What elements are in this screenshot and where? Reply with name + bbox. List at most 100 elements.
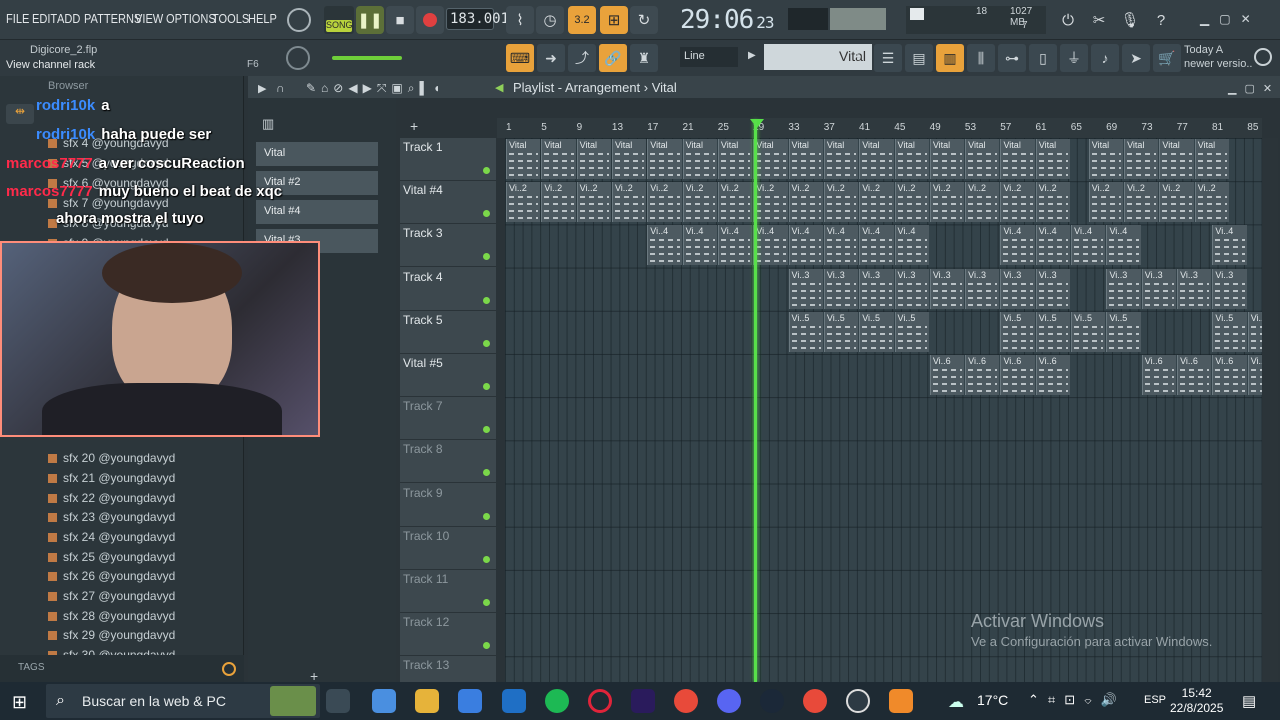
pattern-clip[interactable]: Vi..3 xyxy=(894,268,929,309)
browser-item[interactable]: sfx 25 @youngdavyd xyxy=(48,550,175,564)
file-explorer-icon[interactable] xyxy=(415,689,439,713)
menu-file[interactable]: FILE xyxy=(6,11,29,26)
pattern-clip[interactable]: Vi..3 xyxy=(1035,268,1071,309)
pattern-clip[interactable]: Vi..2 xyxy=(506,182,541,223)
fl-studio-icon[interactable] xyxy=(889,689,913,713)
browser-item[interactable]: sfx 24 @youngdavyd xyxy=(48,530,175,544)
track-mute-led-icon[interactable] xyxy=(483,642,490,650)
record-button[interactable] xyxy=(416,6,444,34)
pattern-clip[interactable]: Vital xyxy=(965,139,1000,179)
pattern-clip[interactable]: Vi..2 xyxy=(576,182,611,223)
pattern-clip[interactable]: Vi..3 xyxy=(1000,268,1035,309)
pattern-clip[interactable]: Vital xyxy=(1000,139,1035,179)
pattern-clip[interactable]: Vi..4 xyxy=(647,225,682,266)
pattern-clip[interactable]: Vital xyxy=(859,139,894,179)
pattern-clip[interactable]: Vital xyxy=(682,139,717,179)
task-view-icon[interactable] xyxy=(326,689,350,713)
master-pitch-knob[interactable] xyxy=(286,46,310,70)
pattern-clip[interactable]: Vi..2 xyxy=(1035,182,1071,223)
pattern-clip[interactable]: Vi..4 xyxy=(1000,225,1035,266)
pattern-clip[interactable]: Vi..5 xyxy=(1106,311,1141,352)
track-mute-led-icon[interactable] xyxy=(483,555,490,563)
browser-item[interactable]: sfx 21 @youngdavyd xyxy=(48,471,175,485)
plugin-button[interactable]: ⏚ xyxy=(1060,44,1088,72)
tags-bar[interactable]: TAGS xyxy=(0,655,244,682)
pattern-clip[interactable]: Vi..4 xyxy=(823,225,859,266)
pat-song-toggle[interactable]: SONG xyxy=(324,6,354,34)
track-mute-led-icon[interactable] xyxy=(483,296,490,304)
track-header[interactable]: Track 3 xyxy=(400,224,496,268)
pattern-clip[interactable]: Vi..4 xyxy=(894,225,929,266)
menu-options[interactable]: OPTIONS xyxy=(166,11,216,26)
browser-item[interactable]: sfx 20 @youngdavyd xyxy=(48,451,175,465)
channel-vital[interactable]: Vital xyxy=(256,142,378,166)
track-mute-led-icon[interactable] xyxy=(483,512,490,520)
menu-edit[interactable]: EDIT xyxy=(32,11,57,26)
master-volume-knob[interactable] xyxy=(287,8,311,32)
store-button[interactable]: 🛒 xyxy=(1153,44,1181,72)
obs-icon[interactable] xyxy=(846,689,870,713)
add-track-icon[interactable]: + xyxy=(410,118,418,134)
minimize-icon[interactable]: ▁ xyxy=(1200,12,1209,26)
pattern-clip[interactable]: Vi..6 xyxy=(1141,355,1177,395)
pattern-clip[interactable]: Vi..6 xyxy=(1177,355,1212,395)
pattern-clip[interactable]: Vi..3 xyxy=(965,268,1000,309)
browser-item[interactable]: sfx 29 @youngdavyd xyxy=(48,628,175,642)
pattern-clip[interactable]: Vi..6 xyxy=(929,355,965,395)
pattern-clip[interactable]: Vi..5 xyxy=(1212,311,1247,352)
mixer-button[interactable]: ⫼ xyxy=(967,44,995,72)
master-volume-slider[interactable] xyxy=(332,56,402,60)
track-mute-led-icon[interactable] xyxy=(483,167,490,174)
pattern-clip[interactable]: Vi..4 xyxy=(753,225,788,266)
piano-icon[interactable]: ▥ xyxy=(262,116,274,132)
pattern-clip[interactable]: Vi..3 xyxy=(929,268,965,309)
close-icon[interactable]: ✕ xyxy=(1241,12,1251,26)
browser-sort-icon[interactable]: ⇹ xyxy=(6,104,34,124)
pattern-clip[interactable]: Vital xyxy=(894,139,929,179)
browser-item[interactable]: sfx 22 @youngdavyd xyxy=(48,491,175,505)
tempo-display[interactable]: 183.001 xyxy=(446,8,509,30)
store-icon[interactable] xyxy=(458,689,482,713)
undo-button[interactable]: ⏻ xyxy=(1054,6,1082,34)
pattern-clip[interactable]: Vi..2 xyxy=(1194,182,1230,223)
send-button[interactable]: ➤ xyxy=(1122,44,1150,72)
project-picker-button[interactable]: ▯ xyxy=(1029,44,1057,72)
pattern-clip[interactable]: Vi..4 xyxy=(1106,225,1141,266)
pattern-clip[interactable]: Vi..5 xyxy=(894,311,929,352)
pattern-clip[interactable]: Vi..3 xyxy=(859,268,894,309)
pattern-clip[interactable]: Vital xyxy=(1124,139,1159,179)
countdown-button[interactable]: 3.2 xyxy=(568,6,596,34)
magnet-icon[interactable]: ∩ xyxy=(276,81,285,95)
pattern-clip[interactable]: Vi..4 xyxy=(788,225,823,266)
help-button[interactable]: ? xyxy=(1147,6,1175,34)
playhead-marker-icon[interactable] xyxy=(750,119,764,128)
user-avatar-icon[interactable] xyxy=(1254,48,1272,66)
link-tool[interactable]: 🔗 xyxy=(599,44,627,72)
pattern-clip[interactable]: Vi..3 xyxy=(823,268,859,309)
track-header[interactable]: Track 8 xyxy=(400,440,496,484)
track-header[interactable]: Track 11 xyxy=(400,570,496,613)
pause-button[interactable]: ❚❚ xyxy=(356,6,384,34)
weather-temp[interactable]: 17°C xyxy=(977,692,1008,708)
pattern-clip[interactable]: Vi..2 xyxy=(753,182,788,223)
stop-button[interactable]: ■ xyxy=(386,6,414,34)
menu-help[interactable]: HELP xyxy=(248,11,277,26)
pattern-clip[interactable]: Vi..6 xyxy=(1212,355,1247,395)
pattern-clip[interactable]: Vi..4 xyxy=(717,225,753,266)
pattern-clip[interactable]: Vital xyxy=(506,139,541,179)
pattern-clip[interactable]: Vi..2 xyxy=(788,182,823,223)
slide-tool[interactable]: ⤴ xyxy=(568,44,596,72)
pattern-clip[interactable]: Vital xyxy=(717,139,753,179)
pattern-clip[interactable]: Vi..3 xyxy=(1106,268,1141,309)
opera-icon[interactable] xyxy=(588,689,612,713)
pattern-clip[interactable]: Vi..2 xyxy=(929,182,965,223)
pattern-clip[interactable]: Vi..2 xyxy=(1159,182,1194,223)
arrow-tool[interactable]: ➜ xyxy=(537,44,565,72)
pattern-clip[interactable]: Vi..5 xyxy=(788,311,823,352)
pattern-clip[interactable]: Vi..2 xyxy=(717,182,753,223)
weather-icon[interactable]: ☁ xyxy=(948,692,964,712)
browser-item[interactable]: sfx 28 @youngdavyd xyxy=(48,609,175,623)
pattern-clip[interactable]: Vital xyxy=(541,139,576,179)
pattern-clip[interactable]: Vi..4 xyxy=(1071,225,1106,266)
step-edit-button[interactable]: ⊞ xyxy=(600,6,628,34)
